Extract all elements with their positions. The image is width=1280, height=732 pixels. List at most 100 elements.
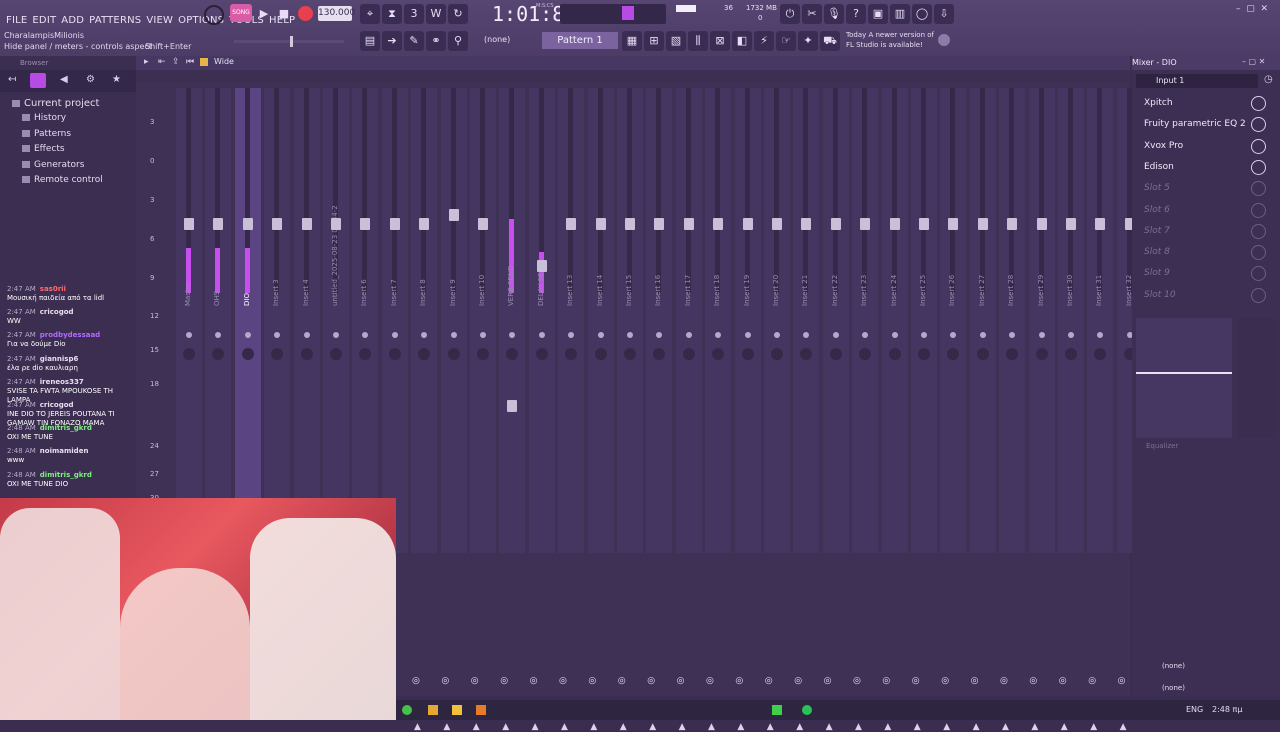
mix-knob-icon[interactable] [1251,202,1266,218]
eq-faders[interactable] [1238,318,1276,438]
scissors-icon[interactable]: ✂ [802,4,822,24]
volume-fader[interactable] [772,218,782,231]
panel-window-controls[interactable]: – ▢ ✕ [1242,57,1265,66]
send-switch[interactable]: ◎ [912,676,920,686]
route-arrow-icon[interactable]: ▲ [679,722,686,732]
volume-fader[interactable] [948,218,959,231]
route-dot[interactable] [1009,332,1016,338]
route-dot[interactable] [803,332,810,338]
mixer-strip[interactable]: Insert 7 [381,88,408,553]
menu-item[interactable]: EDIT [32,15,56,26]
route-arrow-icon[interactable]: ▲ [708,722,715,732]
route-dot[interactable] [303,332,310,338]
route-arrow-icon[interactable]: ▲ [943,722,950,732]
route-dot[interactable] [509,332,516,338]
pan-knob[interactable] [418,348,431,360]
play-button[interactable]: ▶ [254,4,274,24]
route-dot[interactable] [979,332,986,338]
mixer-strip[interactable]: Insert 23 [852,88,879,553]
send-switch[interactable]: ◎ [412,676,420,686]
route-arrow-icon[interactable]: ▲ [1120,722,1127,732]
route-arrow-icon[interactable]: ▲ [737,722,744,732]
effect-slot[interactable]: Slot 10 [1136,286,1274,306]
mix-knob-icon[interactable] [1251,181,1266,197]
pan-knob[interactable] [653,348,666,360]
route-arrow-icon[interactable]: ▲ [826,722,833,732]
volume-fader[interactable] [889,218,900,231]
menu-item[interactable]: PATTERNS [89,15,141,26]
mixer-strip[interactable]: Insert 16 [646,88,673,553]
route-arrow-icon[interactable]: ▲ [884,722,891,732]
volume-fader[interactable] [419,218,430,231]
browser-item[interactable]: History [22,113,66,123]
pan-knob[interactable] [447,348,460,360]
volume-fader[interactable] [595,218,606,231]
route-dot[interactable] [685,332,692,338]
browser-item[interactable]: Remote control [22,175,103,185]
volume-fader[interactable] [213,218,224,231]
route-arrow-icon[interactable]: ▲ [855,722,862,732]
pan-knob[interactable] [1006,348,1019,360]
volume-fader[interactable] [654,218,665,231]
main-volume-knob[interactable] [204,5,224,25]
route-arrow-icon[interactable]: ▲ [914,722,921,732]
tempo-display[interactable]: 130.000 [318,6,355,21]
volume-fader[interactable] [331,218,341,231]
menu-item[interactable]: FILE [6,15,27,26]
song-mode-toggle[interactable]: SONG [230,4,252,22]
mixer-strip[interactable]: Insert 13 [558,88,585,553]
send-switch[interactable]: ◎ [441,676,449,686]
pan-knob[interactable] [800,348,813,360]
route-dot[interactable] [774,332,780,338]
route-dot[interactable] [391,332,398,338]
volume-fader[interactable] [448,208,459,221]
pan-knob[interactable] [918,348,930,360]
stop-button[interactable]: ■ [274,4,294,24]
chat-username[interactable]: cricogod [40,401,74,409]
route-dot[interactable] [1038,332,1045,338]
send-switch[interactable]: ◎ [618,676,626,686]
piano-roll-icon[interactable]: ▤ [360,31,380,51]
loop-record-icon[interactable]: ↻ [448,4,468,24]
effect-slot[interactable]: Edison [1136,158,1274,178]
send-switch[interactable]: ◎ [853,676,861,686]
mixer-icon[interactable]: ▥ [890,4,910,24]
effect-slot[interactable]: Slot 5 [1136,179,1274,199]
mixer-strip[interactable]: Insert 22 [822,88,849,553]
route-arrow-icon[interactable]: ▲ [973,722,980,732]
mixer-view-select[interactable]: Wide [214,57,234,66]
mixer-strip[interactable]: Insert 9 [440,88,467,553]
route-arrow-icon[interactable]: ▲ [1002,722,1009,732]
route-dot[interactable] [274,332,281,338]
chat-username[interactable]: giannisp6 [40,355,79,363]
send-switch[interactable]: ◎ [882,676,890,686]
route-dot[interactable] [450,332,457,338]
send-switch[interactable]: ◎ [706,676,714,686]
mixer-strip[interactable]: DIO [234,88,261,553]
pan-knob[interactable] [212,348,225,360]
eq-display[interactable] [1136,318,1232,438]
route-dot[interactable] [421,332,428,338]
route-arrow-icon[interactable]: ▲ [1090,722,1097,732]
effect-slot[interactable]: Slot 7 [1136,222,1274,242]
arrow-right-icon[interactable]: ➔ [382,31,402,51]
route-arrow-icon[interactable]: ▲ [590,722,597,732]
route-dot[interactable] [362,332,369,338]
countdown-icon[interactable]: 3 [404,4,424,24]
pan-knob[interactable] [565,348,578,360]
chat-username[interactable]: dimitris_gkrd [40,424,92,432]
send-switch[interactable]: ◎ [1088,676,1096,686]
volume-fader[interactable] [272,218,283,231]
metronome-icon[interactable]: ⌖ [360,4,380,24]
send-switch[interactable]: ◎ [765,676,773,686]
browser-item[interactable]: Current project [12,98,99,109]
channel-rack-icon[interactable]: ⊞ [644,31,664,51]
browser-item[interactable]: Generators [22,160,84,170]
volume-fader[interactable] [242,218,253,231]
mixer-view-icon[interactable]: ⫼ [688,31,708,51]
chat-username[interactable]: dimitris_gkrd [40,471,92,479]
volume-fader[interactable] [625,218,635,231]
route-dot[interactable] [862,332,869,338]
chat-username[interactable]: sas0rii [40,285,66,293]
pan-knob[interactable] [183,348,195,360]
